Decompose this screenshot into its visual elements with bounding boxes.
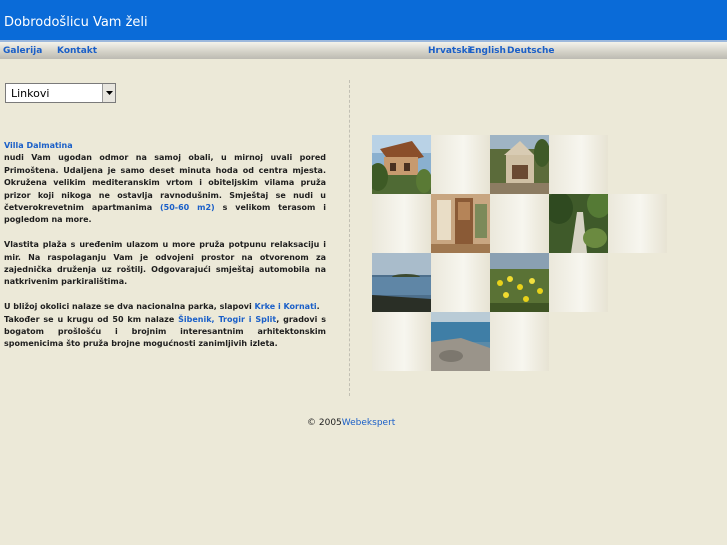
intro-text: Villa Dalmatina nudi Vam ugodan odmor na… <box>4 140 326 363</box>
gallery-blank-tile <box>431 253 490 312</box>
gallery-blank-tile <box>608 194 667 253</box>
webekspert-link[interactable]: Webekspert <box>342 418 396 428</box>
intro-text-3a: U bližoj okolici nalaze se dva nacionaln… <box>4 302 255 312</box>
gallery-blank-tile <box>490 194 549 253</box>
gallery-blank-tile <box>372 194 431 253</box>
gallery-photo-interior[interactable] <box>431 194 490 253</box>
gallery-blank-tile <box>372 312 431 371</box>
dropdown-selected-value: Linkovi <box>11 87 50 100</box>
villa-title-link[interactable]: Villa Dalmatina <box>4 140 326 152</box>
intro-paragraph-3: U bližoj okolici nalaze se dva nacionaln… <box>4 301 326 351</box>
gallery-blank-tile <box>431 135 490 194</box>
gallery-blank-tile <box>490 312 549 371</box>
nav-bar: Galerija Kontakt Hrvatski English Deutsc… <box>0 40 727 59</box>
nav-galerija[interactable]: Galerija <box>3 46 42 57</box>
lang-hrvatski[interactable]: Hrvatski <box>428 46 471 57</box>
gallery-blank-tile <box>549 135 608 194</box>
apartment-size-link[interactable]: (50-60 m2) <box>160 203 215 212</box>
cities-link[interactable]: Šibenik, Trogir i Split <box>178 315 276 324</box>
gallery-blank-tile <box>549 253 608 312</box>
intro-paragraph-1: Villa Dalmatina nudi Vam ugodan odmor na… <box>4 140 326 227</box>
dropdown-toggle[interactable] <box>102 84 115 102</box>
links-dropdown[interactable]: Linkovi <box>5 83 116 103</box>
gallery-photo-sea-view[interactable] <box>372 253 431 312</box>
krka-kornati-link[interactable]: Krke i Kornati <box>255 302 317 311</box>
gallery-photo-garden-path[interactable] <box>549 194 608 253</box>
lang-english[interactable]: English <box>469 46 506 57</box>
gallery-photo-stone-grill[interactable] <box>490 135 549 194</box>
gallery-photo-flowers[interactable] <box>490 253 549 312</box>
top-banner: Dobrodošlicu Vam želi <box>0 0 727 40</box>
footer: © 2005Webekspert <box>307 418 395 429</box>
site-title: Dobrodošlicu Vam želi <box>4 15 148 30</box>
intro-text-3c: Također se u krugu od 50 km nalaze <box>4 314 179 324</box>
intro-paragraph-2: Vlastita plaža s uređenim ulazom u more … <box>4 240 326 287</box>
gallery-photo-rocky-shore[interactable] <box>431 312 490 371</box>
nav-kontakt[interactable]: Kontakt <box>57 46 97 57</box>
column-divider <box>349 80 350 396</box>
copyright-text: © 2005 <box>307 418 342 428</box>
gallery-photo-villa-stairs[interactable] <box>372 135 431 194</box>
chevron-down-icon <box>106 91 113 95</box>
lang-deutsche[interactable]: Deutsche <box>507 46 555 57</box>
photo-gallery <box>372 135 667 371</box>
intro-text-3b: . <box>316 302 320 312</box>
